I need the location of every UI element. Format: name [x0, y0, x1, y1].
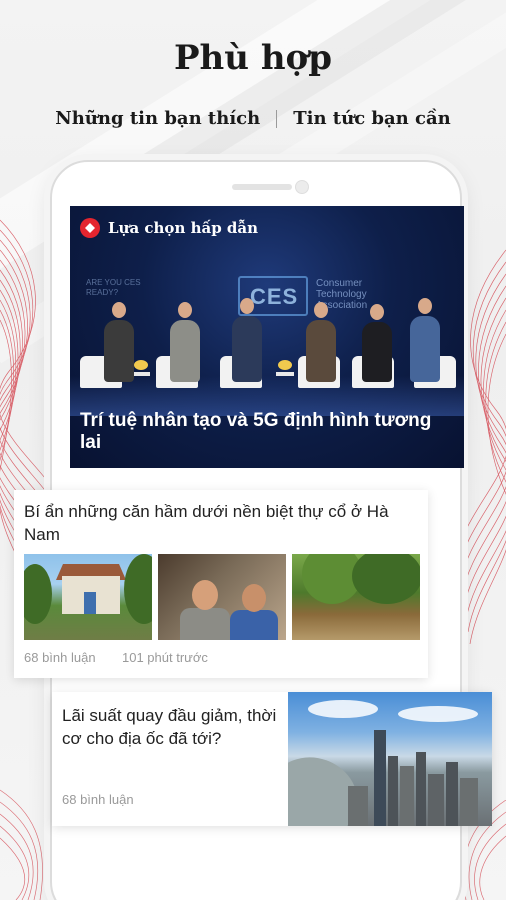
timestamp: 101 phút trước [122, 650, 208, 665]
house-door [84, 592, 96, 614]
building [428, 774, 444, 826]
panelist-head [240, 298, 254, 314]
stage-table [276, 372, 294, 376]
person-body [230, 610, 278, 640]
featured-badge: Lựa chọn hấp dẫn [80, 218, 258, 238]
featured-badge-label: Lựa chọn hấp dẫn [108, 219, 259, 237]
stage-flowers [134, 360, 148, 370]
article-thumbnail-people [158, 554, 286, 640]
panelist-head [314, 302, 328, 318]
comment-count: 68 bình luận [62, 792, 134, 807]
panelist-head [370, 304, 384, 320]
featured-story-card[interactable]: ARE YOU CES READY? CES Consumer Technolo… [70, 206, 464, 468]
cloud [308, 700, 378, 718]
article-thumbnail-house [24, 554, 152, 640]
article-title: Bí ẩn những căn hầm dưới nền biệt thự cổ… [24, 502, 389, 544]
building [388, 756, 398, 826]
cloud [398, 706, 478, 722]
phone-speaker [232, 184, 292, 190]
building [460, 778, 478, 826]
person-face [192, 580, 218, 610]
phone-camera [295, 180, 309, 194]
building [416, 752, 426, 826]
building [400, 766, 414, 826]
subtitle-left: Những tin bạn thích [55, 108, 261, 129]
subtitle-divider [276, 109, 278, 128]
panelist-head [178, 302, 192, 318]
building [348, 786, 368, 826]
comment-count: 68 bình luận [24, 650, 96, 665]
panelist [170, 320, 200, 382]
ces-logo-text: CES [250, 284, 299, 309]
stage-flowers [278, 360, 292, 370]
panelist [232, 316, 262, 382]
article-card[interactable]: Bí ẩn những căn hầm dưới nền biệt thự cổ… [14, 490, 428, 678]
subtitle-right: Tin tức bạn cần [293, 108, 451, 129]
panelist-head [418, 298, 432, 314]
skyscraper [374, 730, 386, 826]
stage-table [132, 372, 150, 376]
screen-ready-text: ARE YOU CES READY? [86, 278, 141, 297]
ces-association-text: Consumer Technology Association [316, 278, 368, 311]
panelist [306, 320, 336, 382]
tree [352, 554, 420, 604]
tree [124, 554, 152, 624]
subtitle-row: Những tin bạn thích Tin tức bạn cần [0, 108, 506, 129]
article-thumbnail-garden [292, 554, 420, 640]
article-title: Lãi suất quay đầu giảm, thời cơ cho địa … [62, 706, 277, 748]
page-title: Phù hợp [173, 38, 332, 78]
panelist [410, 316, 440, 382]
panelist [104, 320, 134, 382]
person-body [180, 608, 230, 640]
panelist-head [112, 302, 126, 318]
tree [24, 564, 52, 624]
article-thumbnail-city [288, 692, 492, 826]
featured-story-title: Trí tuệ nhân tạo và 5G định hình tương l… [80, 410, 432, 453]
panelist [362, 322, 392, 382]
diamond-icon [80, 218, 100, 238]
person-face [242, 584, 266, 612]
building [446, 762, 458, 826]
article-card[interactable]: Lãi suất quay đầu giảm, thời cơ cho địa … [52, 692, 492, 826]
